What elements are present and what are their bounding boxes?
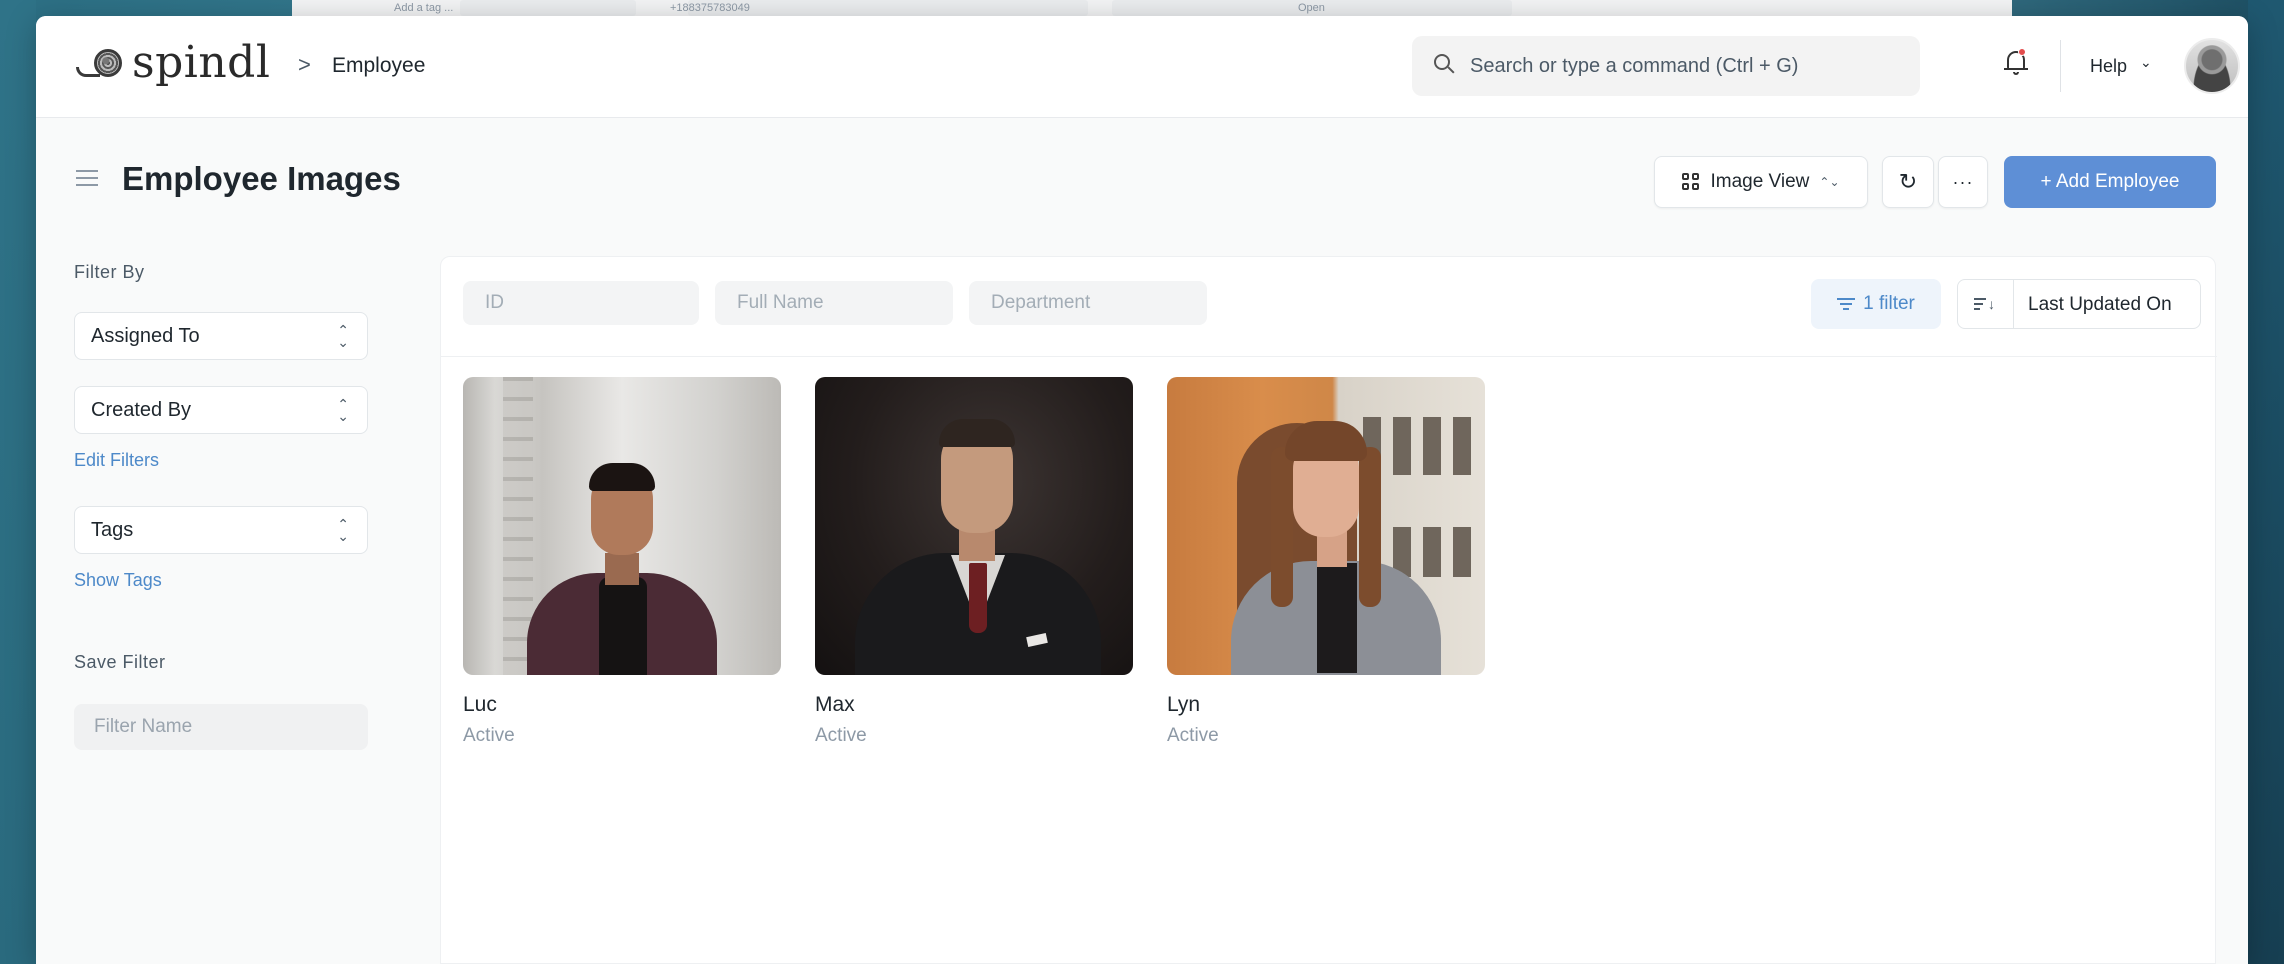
employee-photo[interactable] <box>463 377 781 675</box>
user-avatar[interactable] <box>2184 38 2240 94</box>
employee-name[interactable]: Lyn <box>1167 693 1200 717</box>
chevron-down-icon: ⌄ <box>2140 54 2152 70</box>
show-tags-link[interactable]: Show Tags <box>74 570 162 591</box>
employee-card[interactable]: Lyn Active <box>1167 377 1485 746</box>
page-title: Employee Images <box>122 160 401 197</box>
edit-filters-link[interactable]: Edit Filters <box>74 450 159 471</box>
sort-control: ↓ Last Updated On <box>1957 279 2201 329</box>
refresh-icon: ↻ <box>1898 169 1918 194</box>
filter-by-label: Filter By <box>74 262 145 282</box>
brand-name: spindl <box>132 36 271 88</box>
refresh-button[interactable]: ↻ <box>1882 156 1934 208</box>
select-chevron-icon: ⌃ ⌄ <box>337 516 349 544</box>
employee-photo[interactable] <box>815 377 1133 675</box>
more-actions-button[interactable]: ··· <box>1938 156 1988 208</box>
view-switcher-chevron-icon: ⌃⌄ <box>1819 175 1840 189</box>
employee-name[interactable]: Luc <box>463 693 497 717</box>
employee-status: Active <box>463 725 515 746</box>
list-filter-bar: 1 filter ↓ Last Updated On <box>441 257 2217 357</box>
id-filter-input[interactable] <box>463 281 699 325</box>
ellipsis-icon: ··· <box>1952 171 1974 192</box>
sidebar-toggle-menu-icon[interactable] <box>76 170 98 186</box>
view-switcher-label: Image View <box>1710 171 1810 192</box>
help-dropdown[interactable]: Help <box>2090 56 2127 77</box>
breadcrumb-employee[interactable]: Employee <box>332 54 425 78</box>
filter-count-label: 1 filter <box>1863 293 1915 314</box>
navbar: spindl > Employee Search or type a comma… <box>36 16 2248 118</box>
select-chevron-icon: ⌃ ⌄ <box>337 396 349 424</box>
employee-name[interactable]: Max <box>815 693 855 717</box>
assigned-to-label: Assigned To <box>91 325 200 347</box>
notification-bell-icon[interactable] <box>2004 48 2028 76</box>
employee-status: Active <box>1167 725 1219 746</box>
save-filter-label: Save Filter <box>74 652 166 672</box>
search-placeholder: Search or type a command (Ctrl + G) <box>1470 55 1799 77</box>
breadcrumb-chevron-icon: > <box>298 52 311 77</box>
view-switcher-button[interactable]: Image View ⌃⌄ <box>1654 156 1868 208</box>
background-status-text: Open <box>1298 2 1325 14</box>
employee-card[interactable]: Luc Active <box>463 377 781 746</box>
app-window: spindl > Employee Search or type a comma… <box>36 16 2248 964</box>
add-employee-button[interactable]: + Add Employee <box>2004 156 2216 208</box>
desktop-edge-left <box>0 0 36 964</box>
tags-filter-select[interactable]: Tags ⌃ ⌄ <box>74 506 368 554</box>
image-view-panel: 1 filter ↓ Last Updated On Luc Active <box>440 256 2217 964</box>
sort-direction-icon[interactable]: ↓ <box>1958 280 2014 328</box>
navbar-divider <box>2060 40 2061 92</box>
search-bar[interactable]: Search or type a command (Ctrl + G) <box>1412 36 1920 96</box>
sort-field-button[interactable]: Last Updated On <box>2028 294 2172 316</box>
background-phone-text: +188375783049 <box>670 2 750 14</box>
department-filter-input[interactable] <box>969 281 1207 325</box>
background-tag-text: Add a tag ... <box>394 2 454 14</box>
filter-button[interactable]: 1 filter <box>1811 279 1941 329</box>
employee-photo[interactable] <box>1167 377 1485 675</box>
filter-name-input[interactable] <box>74 704 368 750</box>
desktop-edge-right <box>2248 0 2284 964</box>
created-by-filter-select[interactable]: Created By ⌃ ⌄ <box>74 386 368 434</box>
created-by-label: Created By <box>91 399 192 421</box>
select-chevron-icon: ⌃ ⌄ <box>337 322 349 350</box>
full-name-filter-input[interactable] <box>715 281 953 325</box>
grid-view-icon <box>1682 173 1700 191</box>
notification-dot <box>2018 48 2026 56</box>
filter-icon <box>1837 298 1856 310</box>
employee-card[interactable]: Max Active <box>815 377 1133 746</box>
assigned-to-filter-select[interactable]: Assigned To ⌃ ⌄ <box>74 312 368 360</box>
spindl-logo-icon <box>74 41 128 83</box>
brand-logo-link[interactable]: spindl <box>74 34 270 90</box>
employee-status: Active <box>815 725 867 746</box>
search-icon <box>1434 54 1455 74</box>
tags-label: Tags <box>91 519 134 541</box>
